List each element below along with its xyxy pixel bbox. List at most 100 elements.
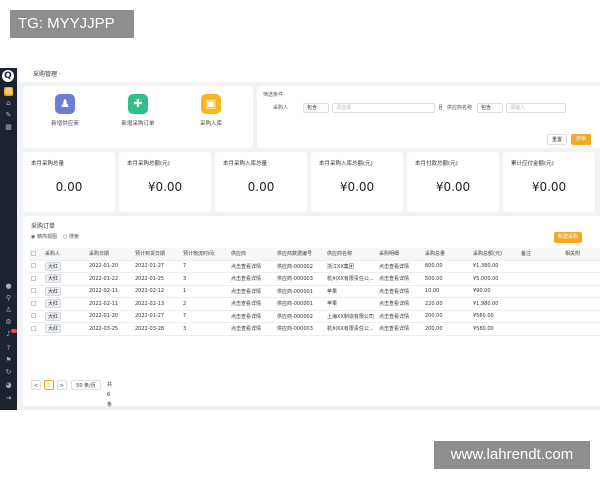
table-row[interactable]: 大红 2022-03-25 2022-03-28 3 点击查看详情 供应商-00…	[29, 322, 600, 336]
bell-icon[interactable]: ♪	[4, 330, 13, 339]
date-cell: 2022-03-25	[87, 322, 133, 336]
shortcut-label: 采购入库	[199, 121, 222, 127]
search-button[interactable]: 搜索	[571, 134, 591, 145]
detail-link[interactable]: 点击查看详情	[377, 285, 423, 298]
attachment-cell	[563, 297, 600, 311]
detail-link[interactable]: 点击查看详情	[377, 260, 423, 273]
grid-icon[interactable]: ▦	[4, 123, 13, 132]
purchaser-label: 采购人	[273, 105, 289, 111]
column-header[interactable]: 供应商	[229, 248, 275, 261]
app-window: Q ▤ ⌂ ✎ ▦ ● ⚲ ♙ ⚙ ♪ ? ⚑ ↻ ◕ ⇥ 采购管理 · ♟ 新…	[0, 68, 600, 410]
logo-icon[interactable]: Q	[2, 70, 14, 82]
new-purchase-button[interactable]: 新建采购	[554, 232, 582, 243]
qty-cell: 220.00	[423, 297, 471, 311]
user-icon: ♟	[55, 94, 75, 114]
home-icon[interactable]: ⌂	[4, 99, 13, 108]
edit-icon[interactable]: ✎	[4, 111, 13, 120]
table-row[interactable]: 大红 2022-01-22 2022-01-25 3 点击查看详情 供应商-00…	[29, 272, 600, 286]
kpi-title: 累计应付金额(元)	[511, 161, 554, 167]
and-label: 且	[438, 105, 444, 111]
table-row[interactable]: 大红 2022-02-11 2022-02-12 1 点击查看详情 供应商-00…	[29, 285, 600, 298]
amount-cell: ¥5,000.00	[471, 272, 519, 286]
detail-link[interactable]: 点击查看详情	[377, 272, 423, 286]
shortcut-new-order[interactable]: ✚ 新增采购订单	[108, 94, 168, 127]
column-header[interactable]: 采购日期	[87, 248, 133, 261]
supplier-link[interactable]: 点击查看详情	[229, 285, 275, 298]
column-header[interactable]: 预计到货日期	[133, 248, 181, 261]
row-checkbox[interactable]	[29, 310, 43, 323]
qty-cell: 200.00	[423, 322, 471, 336]
row-checkbox[interactable]	[29, 322, 43, 336]
kpi-title: 本月采购入库总量	[223, 161, 268, 167]
kpi-card: 本月采购总额(元) ¥0.00	[119, 152, 211, 212]
date-cell: 2022-01-22	[87, 272, 133, 286]
column-header[interactable]: 采购总额(元)	[471, 248, 519, 261]
kpi-card: 本月采购入库总额(元) ¥0.00	[311, 152, 403, 212]
days-cell: 1	[181, 285, 229, 298]
shortcut-new-supplier[interactable]: ♟ 新增供应商	[35, 94, 95, 127]
supplier-link[interactable]: 点击查看详情	[229, 272, 275, 286]
table-row[interactable]: 大红 2022-01-20 2022-01-27 7 点击查看详情 供应商-00…	[29, 260, 600, 273]
purchaser-select[interactable]: 请选择	[332, 103, 435, 113]
supplier-link[interactable]: 点击查看详情	[229, 322, 275, 336]
column-header[interactable]: 供应商名称	[325, 248, 377, 261]
purchaser-operator-select[interactable]: 包含	[303, 103, 329, 113]
name-cell: 苹果	[325, 285, 377, 298]
search-icon[interactable]: ⚲	[4, 294, 13, 303]
orders-table: 采购人 采购日期 预计到货日期 预计物流时间( 供应商 供应商数据编号 供应商名…	[29, 248, 600, 336]
code-cell: 供应商-000002	[275, 260, 325, 273]
supplier-link[interactable]: 点击查看详情	[229, 297, 275, 311]
logout-icon[interactable]: ⇥	[4, 394, 13, 403]
next-page-button[interactable]: >	[57, 380, 67, 390]
doc-icon[interactable]: ▤	[4, 87, 13, 96]
column-header[interactable]: 供应商数据编号	[275, 248, 325, 261]
circle-icon[interactable]: ●	[4, 282, 13, 291]
eta-cell: 2022-01-27	[133, 260, 181, 273]
select-all-checkbox[interactable]	[29, 248, 43, 261]
supplier-link[interactable]: 点击查看详情	[229, 260, 275, 273]
shortcut-inbound[interactable]: ▣ 采购入库	[181, 94, 241, 127]
detail-link[interactable]: 点击查看详情	[377, 322, 423, 336]
column-header[interactable]: 采购人	[43, 248, 87, 261]
page-size-select[interactable]: 50 条/页	[71, 380, 101, 390]
prev-page-button[interactable]: <	[31, 380, 41, 390]
supplier-operator-select[interactable]: 包含	[477, 103, 503, 113]
remark-cell	[519, 310, 563, 323]
reset-button[interactable]: 重置	[547, 134, 567, 145]
column-header[interactable]: 相关附	[563, 248, 600, 261]
avatar-icon[interactable]: ◕	[4, 381, 13, 390]
supplier-name-input[interactable]: 请输入	[506, 103, 566, 113]
column-header[interactable]: 采购明细	[377, 248, 423, 261]
row-checkbox[interactable]	[29, 285, 43, 298]
settings-icon[interactable]: ⚙	[4, 318, 13, 327]
kpi-value: ¥0.00	[435, 180, 471, 194]
buyer-cell: 大红	[43, 260, 87, 273]
refresh-icon[interactable]: ↻	[4, 368, 13, 377]
attachment-cell	[563, 285, 600, 298]
compact-view-toggle[interactable]: ◉ 精简视图	[31, 233, 57, 240]
supplier-link[interactable]: 点击查看详情	[229, 310, 275, 323]
user-icon[interactable]: ♙	[4, 306, 13, 315]
detail-link[interactable]: 点击查看详情	[377, 310, 423, 323]
help-icon[interactable]: ?	[4, 344, 13, 353]
date-cell: 2022-01-20	[87, 260, 133, 273]
code-cell: 供应商-000003	[275, 272, 325, 286]
column-header[interactable]: 预计物流时间(	[181, 248, 229, 261]
current-page-button[interactable]: 1	[44, 380, 54, 390]
eta-cell: 2022-01-25	[133, 272, 181, 286]
table-row[interactable]: 大红 2022-01-20 2022-01-27 7 点击查看详情 供应商-00…	[29, 310, 600, 323]
row-checkbox[interactable]	[29, 272, 43, 286]
column-header[interactable]: 备注	[519, 248, 563, 261]
table-row[interactable]: 大红 2022-02-11 2022-02-13 2 点击查看详情 供应商-00…	[29, 297, 600, 311]
flag-icon[interactable]: ⚑	[4, 356, 13, 365]
detail-link[interactable]: 点击查看详情	[377, 297, 423, 311]
row-checkbox[interactable]	[29, 260, 43, 273]
row-checkbox[interactable]	[29, 297, 43, 311]
table-search-toggle[interactable]: ○ 搜索	[63, 233, 79, 240]
table-header-row: 采购人 采购日期 预计到货日期 预计物流时间( 供应商 供应商数据编号 供应商名…	[29, 248, 600, 261]
shortcut-panel: ♟ 新增供应商 ✚ 新增采购订单 ▣ 采购入库	[23, 86, 253, 148]
kpi-value: ¥0.00	[147, 180, 183, 194]
buyer-cell: 大红	[43, 322, 87, 336]
name-cell: 苹果	[325, 297, 377, 311]
column-header[interactable]: 采购总量	[423, 248, 471, 261]
